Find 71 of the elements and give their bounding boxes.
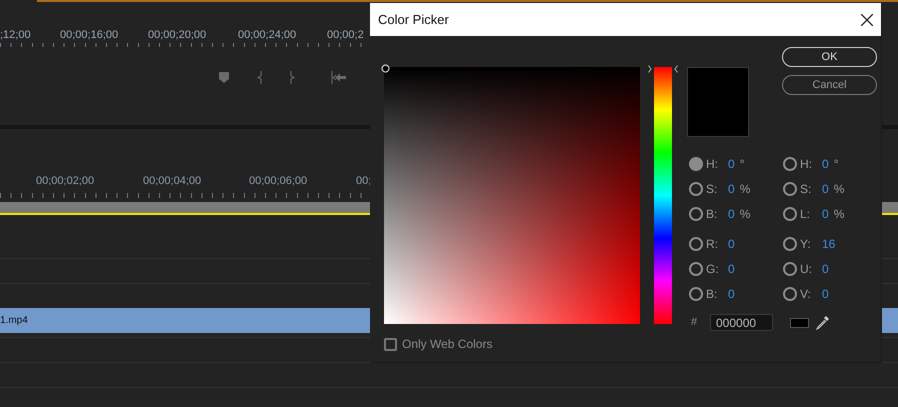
ruler-timecode: 00;00;02;00	[36, 174, 94, 189]
ruler-timecode: ;12;00	[0, 28, 31, 43]
value-field[interactable]: 0	[822, 204, 829, 222]
field-label: B:	[706, 286, 718, 302]
clip-name: 1.mp4	[0, 314, 28, 328]
field-label: S:	[706, 180, 718, 198]
mark-out-icon[interactable]	[290, 71, 295, 84]
color-preview	[687, 67, 749, 137]
value-field[interactable]: 16	[822, 234, 836, 252]
unit-label: %	[834, 206, 844, 222]
radio-button[interactable]	[689, 206, 703, 220]
checkbox[interactable]	[384, 338, 397, 350]
marker-icon[interactable]	[219, 72, 229, 83]
ruler-timecode: 00;00;24;00	[238, 28, 296, 43]
field-label: V:	[800, 286, 812, 302]
field-label: U:	[800, 260, 813, 278]
field-label: B:	[706, 206, 718, 222]
color-field[interactable]	[384, 67, 640, 324]
radio-button[interactable]	[689, 182, 703, 196]
window-title: Color Picker	[378, 10, 449, 29]
field-label: H:	[706, 156, 719, 172]
unit-label: °	[740, 156, 744, 172]
radio-button[interactable]	[783, 206, 797, 220]
radio-button[interactable]	[783, 156, 797, 170]
value-field[interactable]: 0	[822, 154, 829, 172]
ruler-timecode: 00;00;20;00	[148, 28, 206, 43]
mark-in-icon[interactable]	[257, 71, 262, 84]
eyedropper-icon[interactable]	[815, 315, 830, 330]
checkbox-label: Only Web Colors	[402, 336, 492, 353]
picker-ring-icon[interactable]	[381, 64, 390, 73]
ruler-timecode: 00;00;04;00	[143, 174, 202, 189]
radio-button[interactable]	[689, 156, 703, 170]
hash-label: #	[691, 315, 698, 330]
color-swatch	[790, 318, 809, 328]
cancel-button[interactable]: Cancel	[782, 75, 877, 95]
radio-button[interactable]	[783, 236, 797, 250]
radio-button[interactable]	[689, 286, 703, 300]
unit-label: %	[740, 180, 750, 198]
value-field[interactable]: 0	[728, 284, 735, 302]
field-label: H:	[800, 156, 813, 172]
value-field[interactable]: 0	[728, 234, 735, 252]
radio-button[interactable]	[783, 182, 797, 196]
ruler-timecode: 00;00;2	[327, 28, 364, 43]
radio-button[interactable]	[689, 262, 703, 276]
field-label: G:	[706, 260, 720, 278]
hex-field[interactable]: 000000	[710, 314, 773, 331]
hue-handle-icon[interactable]	[648, 65, 678, 73]
ok-button[interactable]: OK	[782, 47, 877, 67]
go-to-in-icon[interactable]	[331, 71, 346, 84]
radio-button[interactable]	[689, 236, 703, 250]
radio-button[interactable]	[783, 262, 797, 276]
value-field[interactable]: 0	[728, 180, 735, 198]
value-field[interactable]: 0	[728, 260, 735, 278]
value-field[interactable]: 0	[822, 284, 829, 302]
value-field[interactable]: 0	[728, 154, 735, 172]
value-field[interactable]: 0	[822, 260, 829, 278]
unit-label: °	[834, 156, 838, 172]
value-field[interactable]: 0	[728, 204, 735, 222]
field-label: S:	[800, 180, 812, 198]
ruler-timecode: 00;00;06;00	[249, 174, 308, 189]
ruler-timecode: 00;	[356, 174, 372, 189]
field-label: Y:	[800, 236, 812, 252]
radio-button[interactable]	[783, 286, 797, 300]
field-label: R:	[706, 236, 719, 252]
hue-slider[interactable]	[648, 67, 678, 324]
close-icon[interactable]	[861, 14, 873, 26]
field-label: L:	[800, 206, 812, 222]
unit-label: %	[740, 206, 750, 222]
ruler-timecode: 00;00;16;00	[60, 28, 118, 43]
unit-label: %	[834, 180, 844, 198]
value-field[interactable]: 0	[822, 180, 829, 198]
